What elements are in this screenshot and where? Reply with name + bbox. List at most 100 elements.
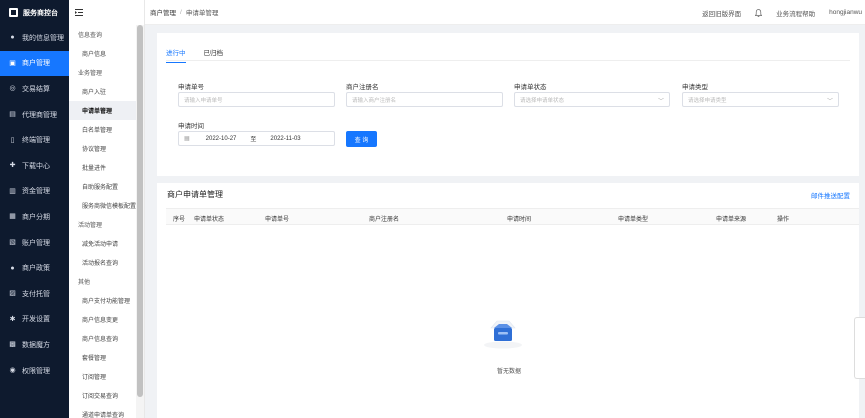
sidebar-item-10[interactable]: ▨ 支付托管 bbox=[0, 281, 69, 307]
empty-box-icon bbox=[484, 320, 522, 349]
date-start[interactable]: 2022-10-27 bbox=[206, 136, 237, 142]
submenu-label: 其他 bbox=[78, 280, 91, 286]
sidebar-item-13[interactable]: ◉ 权限管理 bbox=[0, 358, 69, 384]
sidebar-item-label: 商户政策 bbox=[22, 265, 50, 273]
submenu-label: 自助服务配置 bbox=[82, 185, 119, 191]
main-sidebar: 服务商控台 ● 我的信息管理 ▣ 商户管理 ◎ 交易结算 ▤ 代理商管理 ▯ 终端管理 ✚ 下载中心 ▥… bbox=[0, 0, 69, 418]
label-merchant-name: 商户注册名 bbox=[346, 84, 379, 91]
sidebar-item-label: 权限管理 bbox=[22, 367, 50, 375]
submenu-item[interactable]: 订阅交易查询 bbox=[69, 386, 144, 405]
label-application-no: 申请单号 bbox=[178, 84, 204, 91]
col-status: 申请单状态 bbox=[194, 217, 225, 223]
sidebar-item-2[interactable]: ◎ 交易结算 bbox=[0, 76, 69, 102]
sidebar-item-label: 数据魔方 bbox=[22, 341, 50, 349]
sidebar-item-9[interactable]: ● 商户政策 bbox=[0, 255, 69, 281]
policy-icon: ● bbox=[10, 264, 15, 272]
submenu-item[interactable]: 商户信息 bbox=[69, 44, 144, 63]
username[interactable]: hongjianwu bbox=[829, 9, 862, 16]
menu-collapse-toggle[interactable] bbox=[69, 0, 144, 25]
sidebar-nav: ● 我的信息管理 ▣ 商户管理 ◎ 交易结算 ▤ 代理商管理 ▯ 终端管理 ✚ 下载中心 ▥ 资金管理 ▦ 商… bbox=[0, 25, 69, 383]
application-status-select[interactable]: 请选择申请单状态 ﹀ bbox=[514, 92, 670, 107]
breadcrumb-item-merchant[interactable]: 商户管理 bbox=[150, 7, 176, 17]
submenu-item[interactable]: 减免活动申请 bbox=[69, 234, 144, 253]
sidebar-item-label: 资金管理 bbox=[22, 188, 50, 196]
breadcrumb-item-current: 申请单管理 bbox=[185, 10, 219, 17]
submenu-label: 商户支付功能管理 bbox=[82, 299, 131, 305]
submenu-item[interactable]: 申请单管理› bbox=[69, 101, 144, 120]
sidebar-item-11[interactable]: ✱ 开发设置 bbox=[0, 307, 69, 333]
funds-icon: ▥ bbox=[9, 187, 16, 195]
breadcrumb: 商户管理 / 申请单管理 bbox=[145, 7, 219, 18]
chevron-down-icon: ﹀ bbox=[657, 99, 664, 105]
menu-fold-icon bbox=[75, 9, 83, 16]
submenu-item[interactable]: 套餐管理 bbox=[69, 348, 144, 367]
merchant-icon: ▣ bbox=[9, 59, 16, 67]
submenu-item[interactable]: 活动报名查询 bbox=[69, 253, 144, 272]
submenu-item[interactable]: 自助服务配置 bbox=[69, 177, 144, 196]
table-card: 商户申请单管理 邮件推送配置 序号 申请单状态 申请单号 商户注册名 申请时间 … bbox=[157, 183, 859, 418]
scrollbar-thumb[interactable] bbox=[137, 25, 143, 397]
submenu-label: 业务管理 bbox=[78, 71, 103, 77]
submenu-item[interactable]: 商户支付功能管理 bbox=[69, 291, 144, 310]
sidebar-item-7[interactable]: ▦ 商户分期 bbox=[0, 204, 69, 230]
account-icon: ▧ bbox=[9, 239, 16, 247]
sidebar-item-label: 支付托管 bbox=[22, 290, 50, 298]
submenu-item[interactable]: 订阅管理 bbox=[69, 367, 144, 386]
submenu-item[interactable]: 商户信息查询 bbox=[69, 329, 144, 348]
sidebar-item-label: 账户管理 bbox=[22, 239, 50, 247]
submenu-item[interactable]: 商户信息变更 bbox=[69, 310, 144, 329]
brand[interactable]: 服务商控台 bbox=[0, 0, 69, 25]
top-actions: 返回旧版界面 业务流程帮助 hongjianwu bbox=[702, 0, 862, 25]
submenu-item[interactable]: 白名单管理 bbox=[69, 120, 144, 139]
back-old-version-link[interactable]: 返回旧版界面 bbox=[702, 8, 741, 18]
sidebar-item-12[interactable]: ▩ 数据魔方 bbox=[0, 332, 69, 358]
sidebar-item-label: 代理商管理 bbox=[22, 111, 57, 119]
submenu-item[interactable]: 通道申请单查询 bbox=[69, 405, 144, 418]
submenu-group-label: 其他 bbox=[69, 272, 144, 291]
chevron-down-icon: ﹀ bbox=[826, 99, 833, 105]
submenu-label: 批量进件 bbox=[82, 166, 107, 172]
application-type-select[interactable]: 请选择申请类型 ﹀ bbox=[682, 92, 839, 107]
sidebar-item-4[interactable]: ▯ 终端管理 bbox=[0, 127, 69, 153]
application-no-input[interactable]: 请输入申请单号 bbox=[178, 92, 335, 107]
mail-push-config-link[interactable]: 邮件推送配置 bbox=[811, 190, 850, 200]
sidebar-item-5[interactable]: ✚ 下载中心 bbox=[0, 153, 69, 179]
submenu-label: 订阅管理 bbox=[82, 375, 107, 381]
submenu-item[interactable]: 批量进件 bbox=[69, 158, 144, 177]
empty-state-text: 暂无数据 bbox=[497, 369, 522, 375]
label-application-type: 申请类型 bbox=[682, 84, 708, 91]
query-button[interactable]: 查 询 bbox=[346, 131, 377, 147]
col-application-time: 申请时间 bbox=[507, 217, 532, 223]
terminal-icon: ▯ bbox=[10, 136, 15, 144]
sidebar-item-8[interactable]: ▧ 账户管理 bbox=[0, 230, 69, 256]
merchant-name-input[interactable]: 请输入商户注册名 bbox=[346, 92, 503, 107]
settlement-icon: ◎ bbox=[9, 85, 16, 93]
submenu-item[interactable]: 协议管理 bbox=[69, 139, 144, 158]
label-application-time: 申请时间 bbox=[178, 123, 204, 130]
sidebar-item-3[interactable]: ▤ 代理商管理 bbox=[0, 102, 69, 128]
sidebar-item-0[interactable]: ● 我的信息管理 bbox=[0, 25, 69, 51]
submenu-label: 服务商微信模板配置 bbox=[82, 204, 137, 210]
col-merchant-name: 商户注册名 bbox=[369, 217, 400, 223]
custody-icon: ▨ bbox=[9, 290, 16, 298]
label-application-status: 申请单状态 bbox=[514, 84, 547, 91]
submenu-label: 通道申请单查询 bbox=[82, 413, 125, 418]
submenu-scrollbar[interactable] bbox=[136, 25, 144, 418]
download-icon: ✚ bbox=[9, 162, 16, 170]
col-actions: 操作 bbox=[777, 217, 790, 223]
submenu-item[interactable]: 商户入驻 bbox=[69, 82, 144, 101]
breadcrumb-separator: / bbox=[180, 8, 182, 16]
sidebar-item-label: 下载中心 bbox=[22, 162, 50, 170]
floating-side-widget[interactable] bbox=[854, 317, 865, 379]
agent-icon: ▤ bbox=[9, 111, 16, 119]
brand-title: 服务商控台 bbox=[23, 9, 58, 17]
bell-icon[interactable] bbox=[755, 8, 763, 17]
submenu-item[interactable]: 服务商微信模板配置 bbox=[69, 196, 144, 215]
sidebar-item-6[interactable]: ▥ 资金管理 bbox=[0, 179, 69, 205]
submenu-list: 信息查询商户信息业务管理商户入驻申请单管理› 白名单管理协议管理批量进件自助服务配… bbox=[69, 25, 144, 418]
business-help-link[interactable]: 业务流程帮助 bbox=[776, 8, 815, 18]
date-end[interactable]: 2022-11-03 bbox=[270, 136, 300, 142]
col-index: 序号 bbox=[173, 217, 186, 223]
date-range-picker[interactable]: ▦ 2022-10-27 至 2022-11-03 bbox=[178, 131, 335, 146]
sidebar-item-1[interactable]: ▣ 商户管理 bbox=[0, 50, 69, 77]
